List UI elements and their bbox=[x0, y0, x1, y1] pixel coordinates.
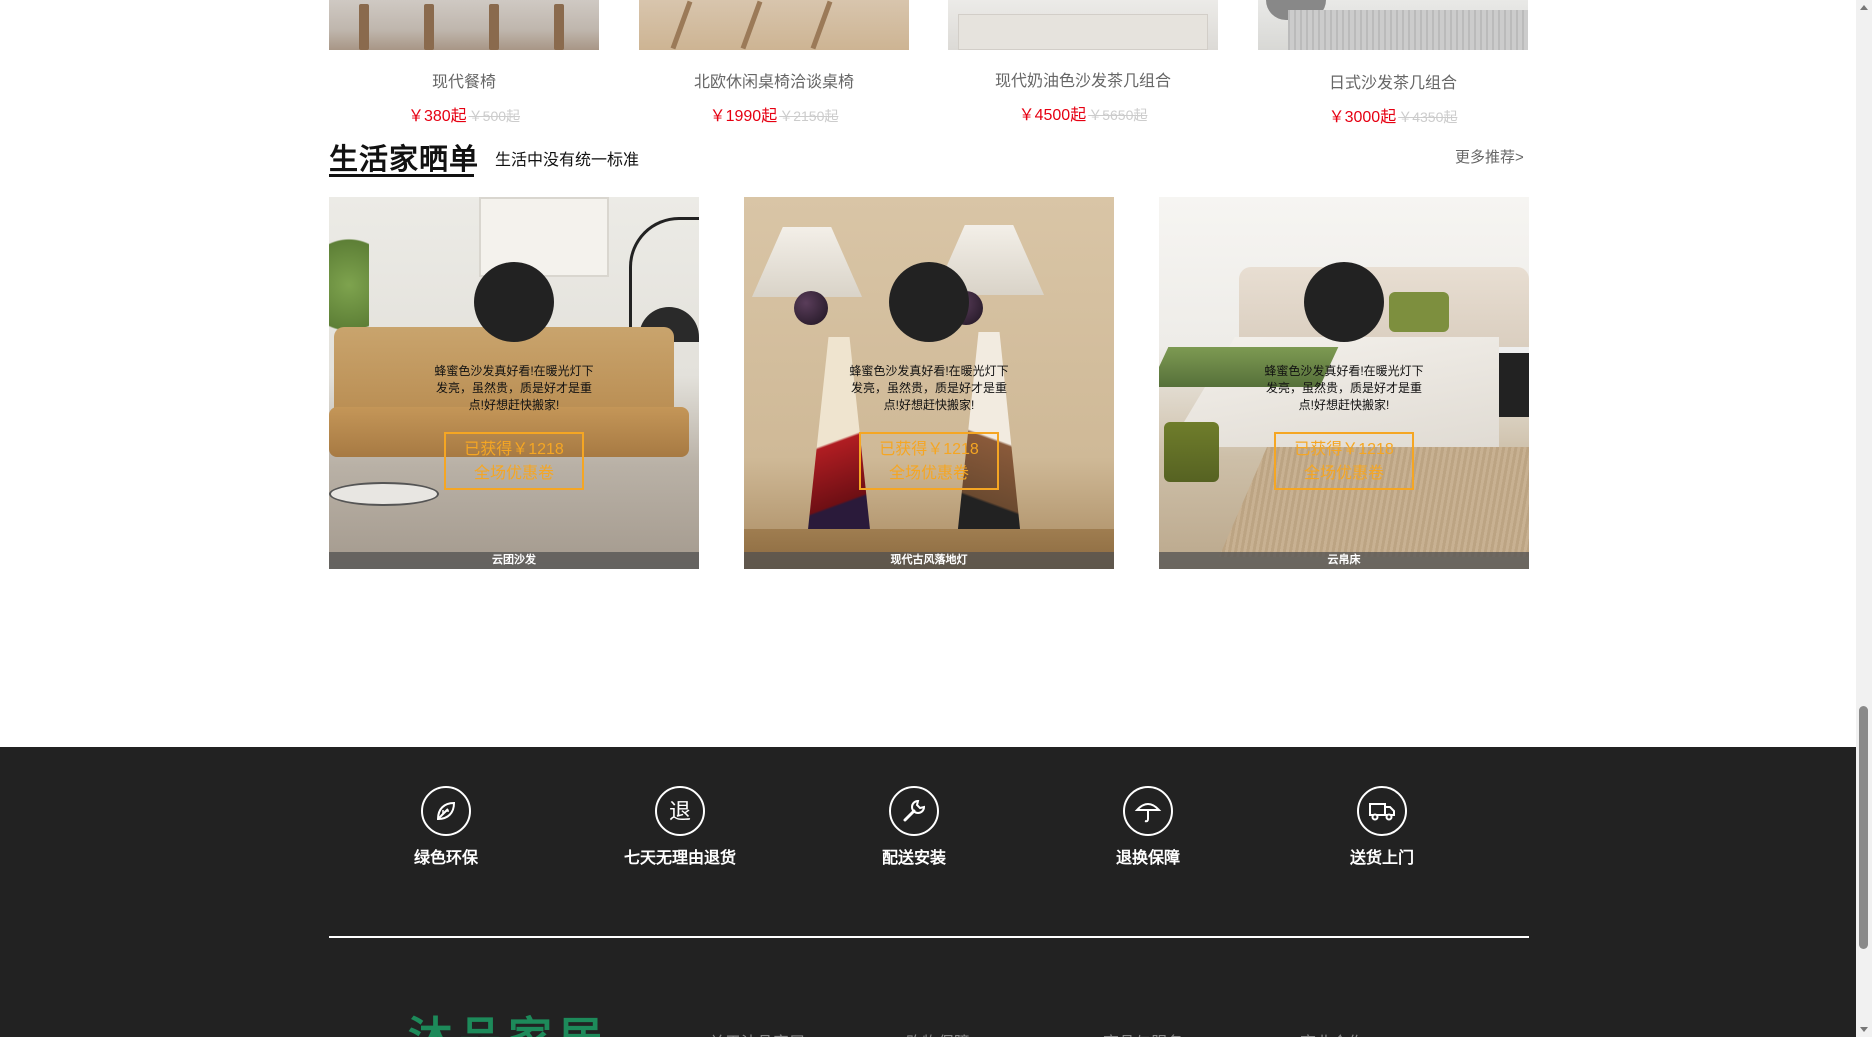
product-name[interactable]: 现代奶油色沙发茶几组合 bbox=[948, 67, 1218, 91]
coupon-button[interactable]: 已获得￥1218 全场优惠卷 bbox=[444, 432, 584, 490]
showcase-card[interactable]: 蜂蜜色沙发真好看!在暖光灯下发亮，虽然贵，质是好才是重点!好想赶快搬家! 已获得… bbox=[329, 197, 699, 569]
feature-green[interactable]: 绿色环保 bbox=[376, 786, 516, 868]
footer-link-about[interactable]: 关于沐品家居 bbox=[709, 1029, 805, 1037]
scroll-down-arrow-icon[interactable] bbox=[1860, 1027, 1868, 1032]
product-caption: 云团沙发 bbox=[329, 552, 699, 569]
product-price-row: ￥4500起 ￥5650起 bbox=[948, 101, 1218, 125]
coupon-label: 全场优惠卷 bbox=[1303, 465, 1384, 482]
section-subtitle: 生活中没有统一标准 bbox=[495, 152, 640, 169]
coffee-table bbox=[329, 482, 439, 506]
section-title-underline bbox=[329, 174, 474, 177]
product-image[interactable] bbox=[1258, 0, 1528, 50]
product-old-price: ￥500起 bbox=[468, 108, 521, 124]
coupon-amount: 已获得￥1218 bbox=[464, 441, 564, 458]
review-text: 蜂蜜色沙发真好看!在暖光灯下发亮，虽然贵，质是好才是重点!好想赶快搬家! bbox=[1264, 364, 1424, 412]
product-name[interactable]: 日式沙发茶几组合 bbox=[1258, 69, 1528, 93]
vertical-scrollbar[interactable] bbox=[1856, 0, 1872, 1037]
avatar[interactable] bbox=[889, 262, 969, 342]
leaf-icon bbox=[421, 786, 471, 836]
truck-icon bbox=[1357, 786, 1407, 836]
product-old-price: ￥5650起 bbox=[1088, 107, 1148, 123]
chair-leg bbox=[424, 4, 434, 50]
product-name[interactable]: 现代餐椅 bbox=[329, 68, 599, 92]
product-old-price: ￥2150起 bbox=[779, 108, 839, 124]
avatar[interactable] bbox=[1304, 262, 1384, 342]
feature-label: 送货上门 bbox=[1349, 850, 1414, 867]
feature-label: 绿色环保 bbox=[413, 850, 478, 867]
feature-return[interactable]: 退 七天无理由退货 bbox=[610, 786, 750, 868]
coupon-amount: 已获得￥1218 bbox=[1294, 441, 1394, 458]
product-price-row: ￥1990起 ￥2150起 bbox=[639, 102, 909, 126]
product-card[interactable]: 现代奶油色沙发茶几组合 ￥4500起 ￥5650起 bbox=[948, 0, 1218, 124]
wrench-icon bbox=[889, 786, 939, 836]
chair-leg bbox=[810, 0, 833, 50]
coupon-label: 全场优惠卷 bbox=[888, 465, 969, 482]
review-text: 蜂蜜色沙发真好看!在暖光灯下发亮，虽然贵，质是好才是重点!好想赶快搬家! bbox=[434, 364, 594, 412]
coupon-button[interactable]: 已获得￥1218 全场优惠卷 bbox=[1274, 432, 1414, 490]
footer-link-business[interactable]: 商业合作 bbox=[1300, 1029, 1364, 1037]
avatar[interactable] bbox=[474, 262, 554, 342]
product-grid: 现代餐椅 ￥380起 ￥500起 北欧休闲桌椅洽谈桌椅 ￥1990起 ￥2150起 … bbox=[329, 0, 1529, 130]
chair-leg bbox=[740, 0, 763, 50]
return-icon: 退 bbox=[655, 786, 705, 836]
footer-link-shopping-guarantee[interactable]: 购物保障 bbox=[906, 1029, 970, 1037]
product-caption: 现代古风落地灯 bbox=[744, 552, 1114, 569]
chair-leg bbox=[670, 0, 693, 50]
product-image[interactable] bbox=[639, 0, 909, 50]
product-name[interactable]: 北欧休闲桌椅洽谈桌椅 bbox=[639, 68, 909, 92]
product-card[interactable]: 北欧休闲桌椅洽谈桌椅 ￥1990起 ￥2150起 bbox=[639, 0, 909, 125]
product-old-price: ￥4350起 bbox=[1398, 109, 1458, 125]
footer: 绿色环保 退 七天无理由退货 配送安装 退换保障 送货上门 沐品家居 关于沐品家… bbox=[0, 747, 1856, 1037]
pillow bbox=[1389, 292, 1449, 332]
footer-logo[interactable]: 沐品家居 bbox=[408, 1017, 608, 1037]
product-price: ￥380起 bbox=[407, 108, 467, 125]
footer-divider bbox=[329, 936, 1529, 938]
coupon-label: 全场优惠卷 bbox=[473, 465, 554, 482]
scroll-up-arrow-icon[interactable] bbox=[1860, 5, 1868, 10]
footer-link-products-services[interactable]: 商品与服务 bbox=[1103, 1029, 1183, 1037]
more-recommendations-link[interactable]: 更多推荐> bbox=[1455, 146, 1524, 167]
chair-leg bbox=[489, 4, 499, 50]
coupon-button[interactable]: 已获得￥1218 全场优惠卷 bbox=[859, 432, 999, 490]
svg-text:退: 退 bbox=[669, 800, 691, 825]
showcase-card[interactable]: 蜂蜜色沙发真好看!在暖光灯下发亮，虽然贵，质是好才是重点!好想赶快搬家! 已获得… bbox=[1159, 197, 1529, 569]
scrollbar-thumb[interactable] bbox=[1859, 706, 1868, 949]
product-card[interactable]: 日式沙发茶几组合 ￥3000起 ￥4350起 bbox=[1258, 0, 1528, 126]
product-price: ￥4500起 bbox=[1018, 107, 1087, 124]
product-price-row: ￥3000起 ￥4350起 bbox=[1258, 103, 1528, 127]
product-image[interactable] bbox=[329, 0, 599, 50]
ottoman bbox=[1164, 422, 1219, 482]
showcase-card[interactable]: 蜂蜜色沙发真好看!在暖光灯下发亮，虽然贵，质是好才是重点!好想赶快搬家! 已获得… bbox=[744, 197, 1114, 569]
rug bbox=[958, 14, 1208, 50]
review-text: 蜂蜜色沙发真好看!在暖光灯下发亮，虽然贵，质是好才是重点!好想赶快搬家! bbox=[849, 364, 1009, 412]
feature-delivery-install[interactable]: 配送安装 bbox=[844, 786, 984, 868]
rug bbox=[1288, 10, 1528, 50]
product-price-row: ￥380起 ￥500起 bbox=[329, 102, 599, 126]
lamp-ball bbox=[794, 291, 828, 325]
lamp-shade bbox=[752, 227, 862, 297]
product-caption: 云帛床 bbox=[1159, 552, 1529, 569]
umbrella-icon bbox=[1123, 786, 1173, 836]
chair-leg bbox=[554, 4, 564, 50]
coupon-amount: 已获得￥1218 bbox=[879, 441, 979, 458]
product-price: ￥3000起 bbox=[1328, 109, 1397, 126]
product-card[interactable]: 现代餐椅 ￥380起 ￥500起 bbox=[329, 0, 599, 125]
feature-label: 退换保障 bbox=[1115, 850, 1180, 867]
feature-exchange[interactable]: 退换保障 bbox=[1078, 786, 1218, 868]
section-title: 生活家晒单 bbox=[329, 144, 480, 176]
chair-leg bbox=[359, 4, 369, 50]
product-price: ￥1990起 bbox=[709, 108, 778, 125]
feature-label: 配送安装 bbox=[881, 850, 946, 867]
feature-home-delivery[interactable]: 送货上门 bbox=[1312, 786, 1452, 868]
product-image[interactable] bbox=[948, 0, 1218, 50]
feature-label: 七天无理由退货 bbox=[623, 850, 736, 867]
